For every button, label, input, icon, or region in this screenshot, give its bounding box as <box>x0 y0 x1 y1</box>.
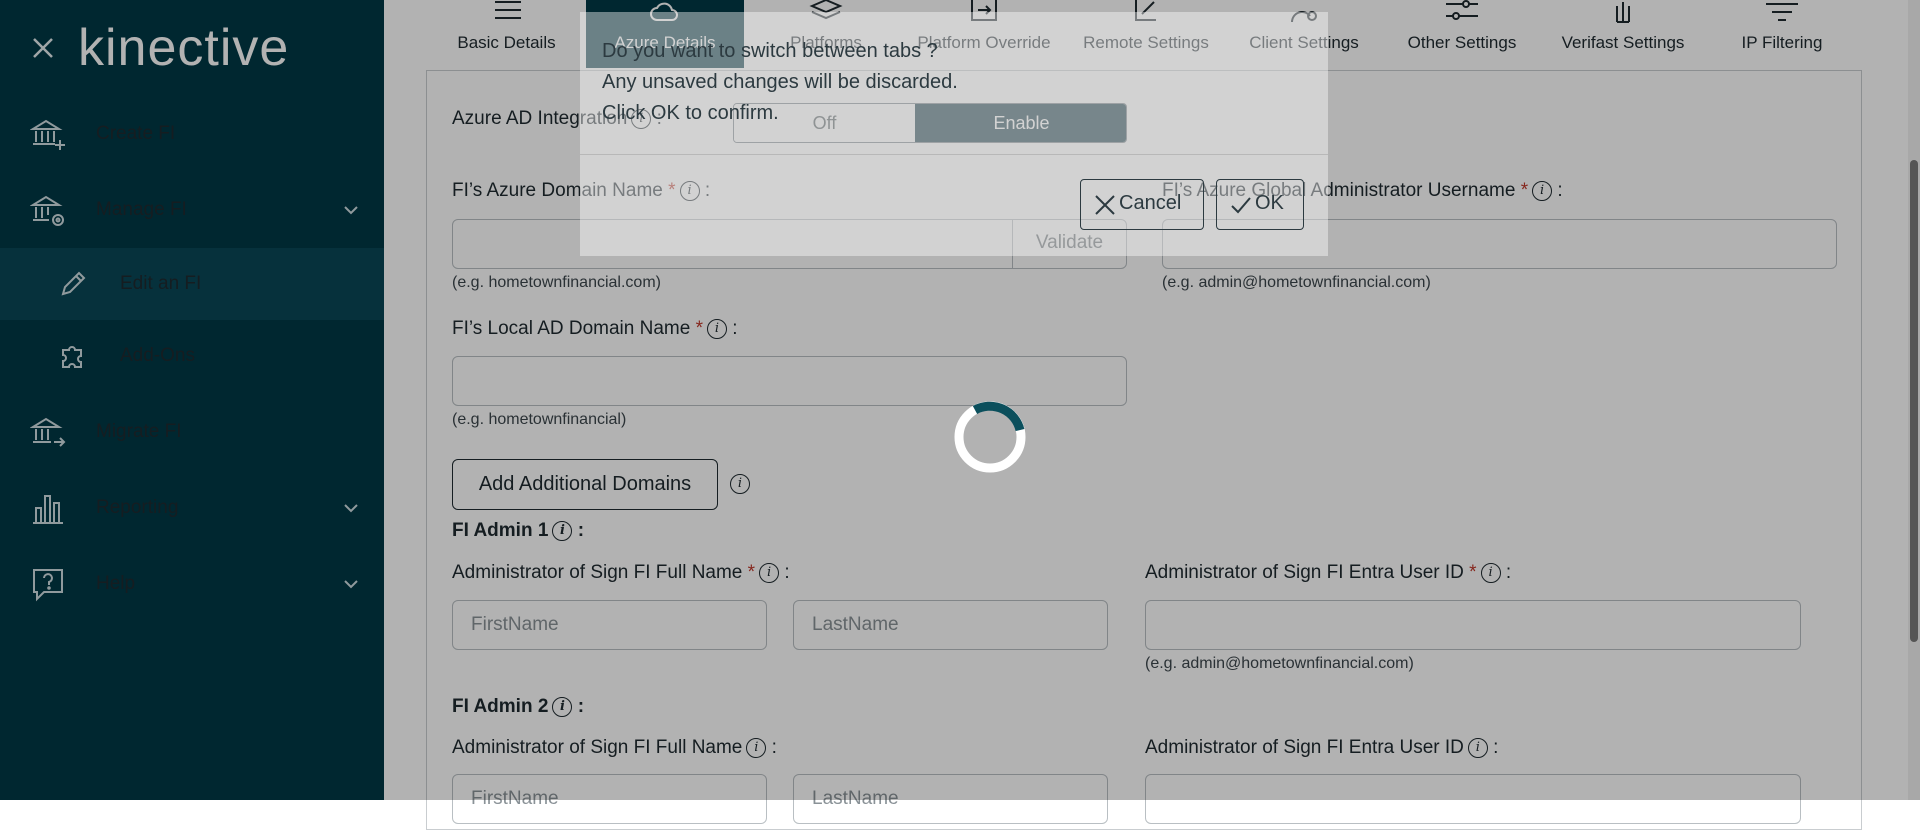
check-icon <box>1231 197 1251 214</box>
dialog-message-line2: Any unsaved changes will be discarded. <box>602 71 958 93</box>
dialog-message-line3: Click OK to confirm. <box>602 102 779 124</box>
ok-button[interactable]: OK <box>1216 179 1304 230</box>
dialog-message-line1: Do you want to switch between tabs ? <box>602 40 938 62</box>
dialog-divider <box>580 154 1328 155</box>
loading-spinner-icon <box>954 401 1026 473</box>
ok-button-label: OK <box>1255 192 1284 214</box>
close-icon <box>1095 195 1115 215</box>
cancel-button[interactable]: Cancel <box>1080 179 1204 230</box>
cancel-button-label: Cancel <box>1119 192 1182 214</box>
confirm-switch-tab-dialog: Do you want to switch between tabs ? Any… <box>580 12 1328 256</box>
